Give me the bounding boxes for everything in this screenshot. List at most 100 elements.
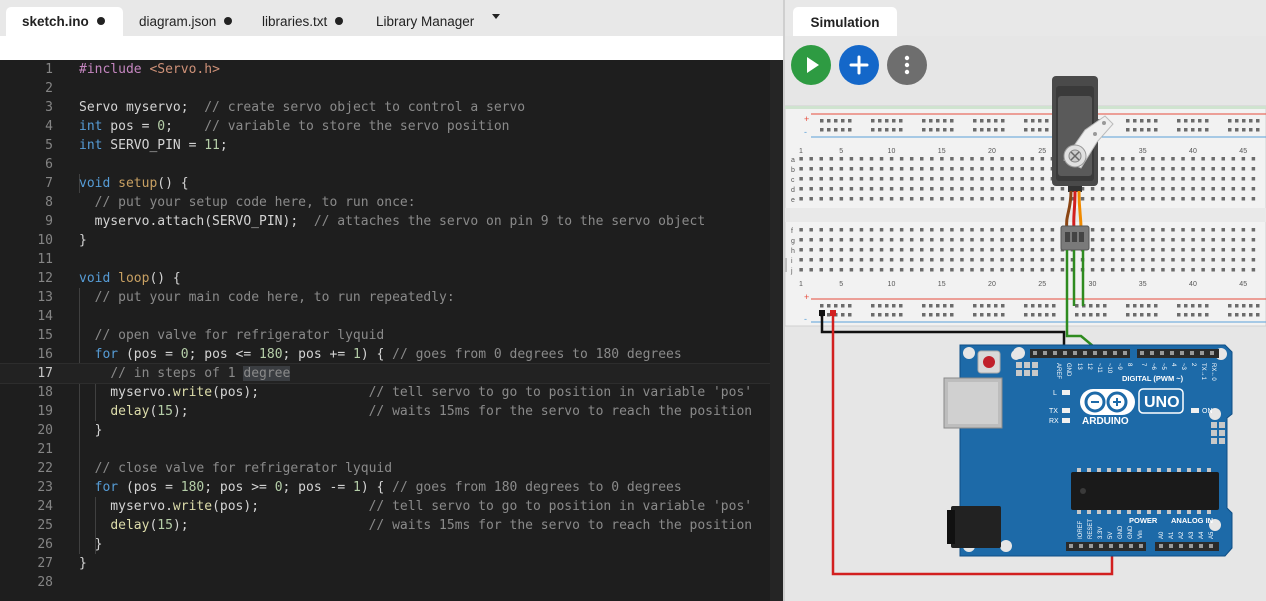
code-line: 21 — [37, 442, 53, 457]
rail-plus-label: + — [804, 114, 809, 124]
digital-label: DIGITAL (PWM ~) — [1122, 374, 1184, 383]
pin-label: A5 — [1209, 531, 1215, 539]
code-line-current: 17 // in steps of 1 degree — [0, 363, 771, 384]
code-line: 19 delay(15); // waits 15ms for the serv… — [37, 404, 753, 419]
code-line: 14 — [37, 309, 53, 324]
tx-label: TX — [1049, 408, 1058, 415]
code-line: 7 void setup() { — [45, 176, 189, 191]
power-header — [1066, 542, 1146, 551]
column-label: 5 — [839, 281, 843, 288]
atmega-chip — [1071, 472, 1219, 510]
simulation-pane: Simulation + - 151015202530354045 151015… — [785, 0, 1266, 601]
play-icon — [807, 57, 819, 73]
tab-diagram-json[interactable]: diagram.json — [139, 7, 233, 36]
row-label: b — [791, 167, 795, 174]
column-label: 45 — [1239, 281, 1247, 288]
code-line: 2 — [45, 81, 53, 96]
code-line: 22 // close valve for refrigerator lyqui… — [37, 461, 393, 476]
tab-label: diagram.json — [139, 14, 217, 29]
on-label: ON — [1202, 408, 1213, 415]
led-tx — [1062, 408, 1070, 413]
led-l-label: L — [1053, 390, 1057, 397]
row-label: j — [790, 268, 793, 275]
column-label: 40 — [1189, 281, 1197, 288]
code-area[interactable]: 1 #include <Servo.h> 2 3 Servo myservo; //… — [0, 60, 771, 601]
row-label: d — [791, 187, 795, 194]
pin-label: A0 — [1159, 531, 1165, 539]
arduino-uno-board[interactable]: AREF GND 13 12 ~11 ~10 ~9 8 7 ~6 ~5 4 ~3 2 TX→1 RX←0 DI… — [943, 344, 1233, 557]
tab-library-manager[interactable]: Library Manager — [376, 7, 474, 36]
pin-label: A1 — [1169, 531, 1175, 539]
rail-plus-label: + — [804, 292, 809, 302]
add-part-button[interactable] — [839, 45, 879, 85]
arduino-logo-icon — [1080, 389, 1135, 415]
pin-label: GND — [1065, 363, 1071, 377]
tab-label: libraries.txt — [262, 14, 328, 29]
column-label: 5 — [839, 148, 843, 155]
code-line: 25 delay(15); // waits 15ms for the serv… — [37, 518, 753, 533]
power-label: POWER — [1129, 516, 1158, 525]
row-label: e — [791, 197, 795, 204]
tab-menu-dropdown-icon[interactable] — [492, 14, 500, 19]
code-line: 27} — [37, 556, 87, 571]
column-label: 10 — [888, 148, 896, 155]
pin-label: A4 — [1199, 531, 1205, 539]
code-line: 26 } — [37, 537, 103, 552]
column-label: 1 — [799, 148, 803, 155]
code-line: 20 } — [37, 423, 103, 438]
tab-simulation[interactable]: Simulation — [793, 7, 897, 36]
pin-label: 3.3V — [1098, 527, 1104, 539]
code-line: 4 int pos = 0; // variable to store the s… — [45, 119, 510, 134]
code-line: 8 // put your setup code here, to run on… — [45, 195, 416, 210]
column-label: 15 — [938, 281, 946, 288]
pin-label: GND — [1118, 525, 1124, 539]
pin-label: ~9 — [1116, 363, 1122, 371]
unsaved-dot-icon — [224, 17, 233, 25]
pin-label: 13 — [1076, 363, 1082, 370]
led-rx — [1062, 418, 1070, 423]
code-line: 1 #include <Servo.h> — [45, 62, 220, 77]
more-options-button[interactable] — [887, 45, 927, 85]
pin-label: ~5 — [1160, 363, 1166, 371]
power-jack — [951, 506, 1001, 548]
led-on — [1191, 408, 1199, 413]
arduino-logo-text: ARDUINO — [1082, 416, 1129, 427]
bottom-header-holes — [1069, 544, 1213, 548]
tab-libraries-txt[interactable]: libraries.txt — [262, 7, 344, 36]
pin-label: TX→1 — [1200, 363, 1206, 381]
row-label: g — [791, 238, 795, 245]
code-editor-pane: sketch.ino diagram.json libraries.txt Li… — [0, 0, 783, 601]
pin-label: Vin — [1138, 530, 1144, 539]
pin-label: ~6 — [1150, 363, 1156, 371]
editor-scrollbar[interactable] — [770, 60, 783, 601]
pin-label: AREF — [1055, 363, 1061, 379]
column-label: 35 — [1139, 148, 1147, 155]
code-line: 23 for (pos = 180; pos >= 0; pos -= 1) {… — [37, 480, 682, 495]
row-label: c — [791, 177, 795, 184]
canvas-handle[interactable] — [785, 258, 787, 272]
rail-minus-label: - — [804, 314, 807, 324]
pin-label: ~10 — [1106, 363, 1112, 374]
simulation-canvas[interactable]: + - 151015202530354045 15101520253035404… — [785, 36, 1266, 601]
start-simulation-button[interactable] — [791, 45, 831, 85]
pin-label: ~3 — [1180, 363, 1186, 371]
pin-label: A2 — [1179, 531, 1185, 539]
unsaved-dot-icon — [96, 17, 105, 25]
rail-minus-label: - — [804, 127, 807, 137]
led-l — [1062, 390, 1070, 395]
file-tab-bar: sketch.ino diagram.json libraries.txt Li… — [0, 0, 783, 36]
plus-icon — [849, 55, 869, 75]
code-line: 13 // put your main code here, to run re… — [37, 290, 455, 305]
unsaved-dot-icon — [335, 17, 344, 25]
rx-label: RX — [1049, 418, 1059, 425]
tab-label: Library Manager — [376, 14, 475, 29]
simulation-tab-bar: Simulation — [785, 0, 1266, 36]
tab-label: sketch.ino — [22, 14, 89, 29]
column-label: 40 — [1189, 148, 1197, 155]
tab-sketch-ino[interactable]: sketch.ino — [6, 7, 123, 36]
breadboard[interactable]: + - 151015202530354045 15101520253035404… — [785, 105, 1266, 327]
code-line: 16 for (pos = 0; pos <= 180; pos += 1) {… — [37, 347, 682, 362]
more-vertical-icon — [904, 55, 910, 75]
column-label: 35 — [1139, 281, 1147, 288]
code-line: 5 int SERVO_PIN = 11; — [45, 138, 228, 153]
